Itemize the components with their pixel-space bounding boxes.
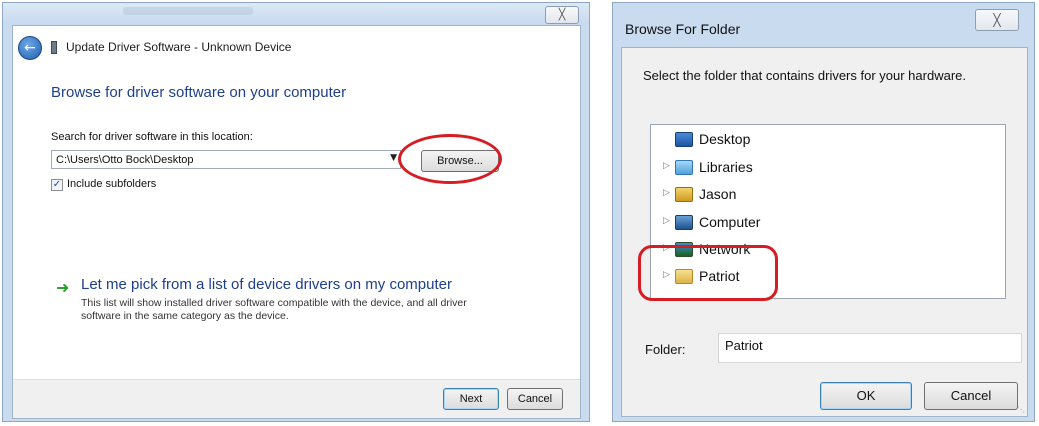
computer-icon [675,215,693,230]
chevron-down-icon[interactable]: ▼ [390,153,397,163]
folder-tree[interactable]: Desktop ▷ Libraries ▷ Jason ▷ Computer ▷… [650,124,1006,299]
tree-item-desktop[interactable]: Desktop [663,129,863,151]
path-combobox[interactable]: C:\Users\Otto Bock\Desktop ▼ [51,150,401,169]
close-button[interactable]: ╳ [545,6,579,24]
search-location-label: Search for driver software in this locat… [51,131,253,143]
tree-item-label: Desktop [699,131,751,147]
path-value: C:\Users\Otto Bock\Desktop [56,154,194,166]
tree-item-label: Patriot [699,268,740,284]
expand-arrow-icon[interactable]: ▷ [663,161,670,171]
title-bar: ╳ [3,3,589,25]
device-icon [51,41,57,54]
back-arrow-icon[interactable]: ← [18,36,42,60]
button-bar: Next Cancel [13,379,580,418]
update-driver-window: ╳ ← Update Driver Software - Unknown Dev… [2,2,590,422]
include-subfolders-label[interactable]: Include subfolders [67,178,156,190]
user-folder-icon [675,187,693,202]
browse-button[interactable]: Browse... [421,150,499,172]
desktop-icon [675,132,693,147]
close-button[interactable]: ╳ [975,9,1019,31]
tree-item-jason[interactable]: ▷ Jason [663,184,863,206]
pick-from-list-link[interactable]: Let me pick from a list of device driver… [81,276,452,293]
tree-item-label: Jason [699,186,737,202]
resize-grip-icon[interactable]: ⋱ [1017,405,1025,414]
expand-arrow-icon[interactable]: ▷ [663,270,670,280]
tree-item-label: Libraries [699,159,753,175]
pick-from-list-description: This list will show installed driver sof… [81,297,467,322]
tree-item-libraries[interactable]: ▷ Libraries [663,157,863,179]
tree-item-patriot[interactable]: ▷ Patriot [663,266,863,288]
ok-button[interactable]: OK [820,382,912,410]
tree-item-computer[interactable]: ▷ Computer [663,212,863,234]
green-arrow-icon: ➜ [56,278,70,297]
expand-arrow-icon[interactable]: ▷ [663,188,670,198]
background-window-title [123,7,253,15]
folder-label: Folder: [645,342,686,357]
tree-item-network[interactable]: ▷ Network [663,239,863,261]
dialog-title: Browse For Folder [625,21,741,37]
folder-icon [675,269,693,284]
libraries-icon [675,160,693,175]
expand-arrow-icon[interactable]: ▷ [663,216,670,226]
tree-item-label: Computer [699,214,761,230]
wizard-title: Update Driver Software - Unknown Device [66,40,292,54]
dialog-content: Select the folder that contains drivers … [621,47,1028,417]
dialog-prompt: Select the folder that contains drivers … [643,68,966,83]
browse-for-folder-dialog: Browse For Folder ╳ Select the folder th… [612,2,1035,422]
cancel-button[interactable]: Cancel [507,388,563,410]
network-icon [675,242,693,257]
folder-input[interactable]: Patriot [718,333,1022,363]
cancel-button[interactable]: Cancel [924,382,1018,410]
tree-item-label: Network [699,241,751,257]
next-button[interactable]: Next [443,388,499,410]
expand-arrow-icon[interactable]: ▷ [663,243,670,253]
wizard-content: ← Update Driver Software - Unknown Devic… [12,25,581,419]
page-heading: Browse for driver software on your compu… [51,84,347,101]
include-subfolders-checkbox[interactable]: ✓ [51,179,63,191]
